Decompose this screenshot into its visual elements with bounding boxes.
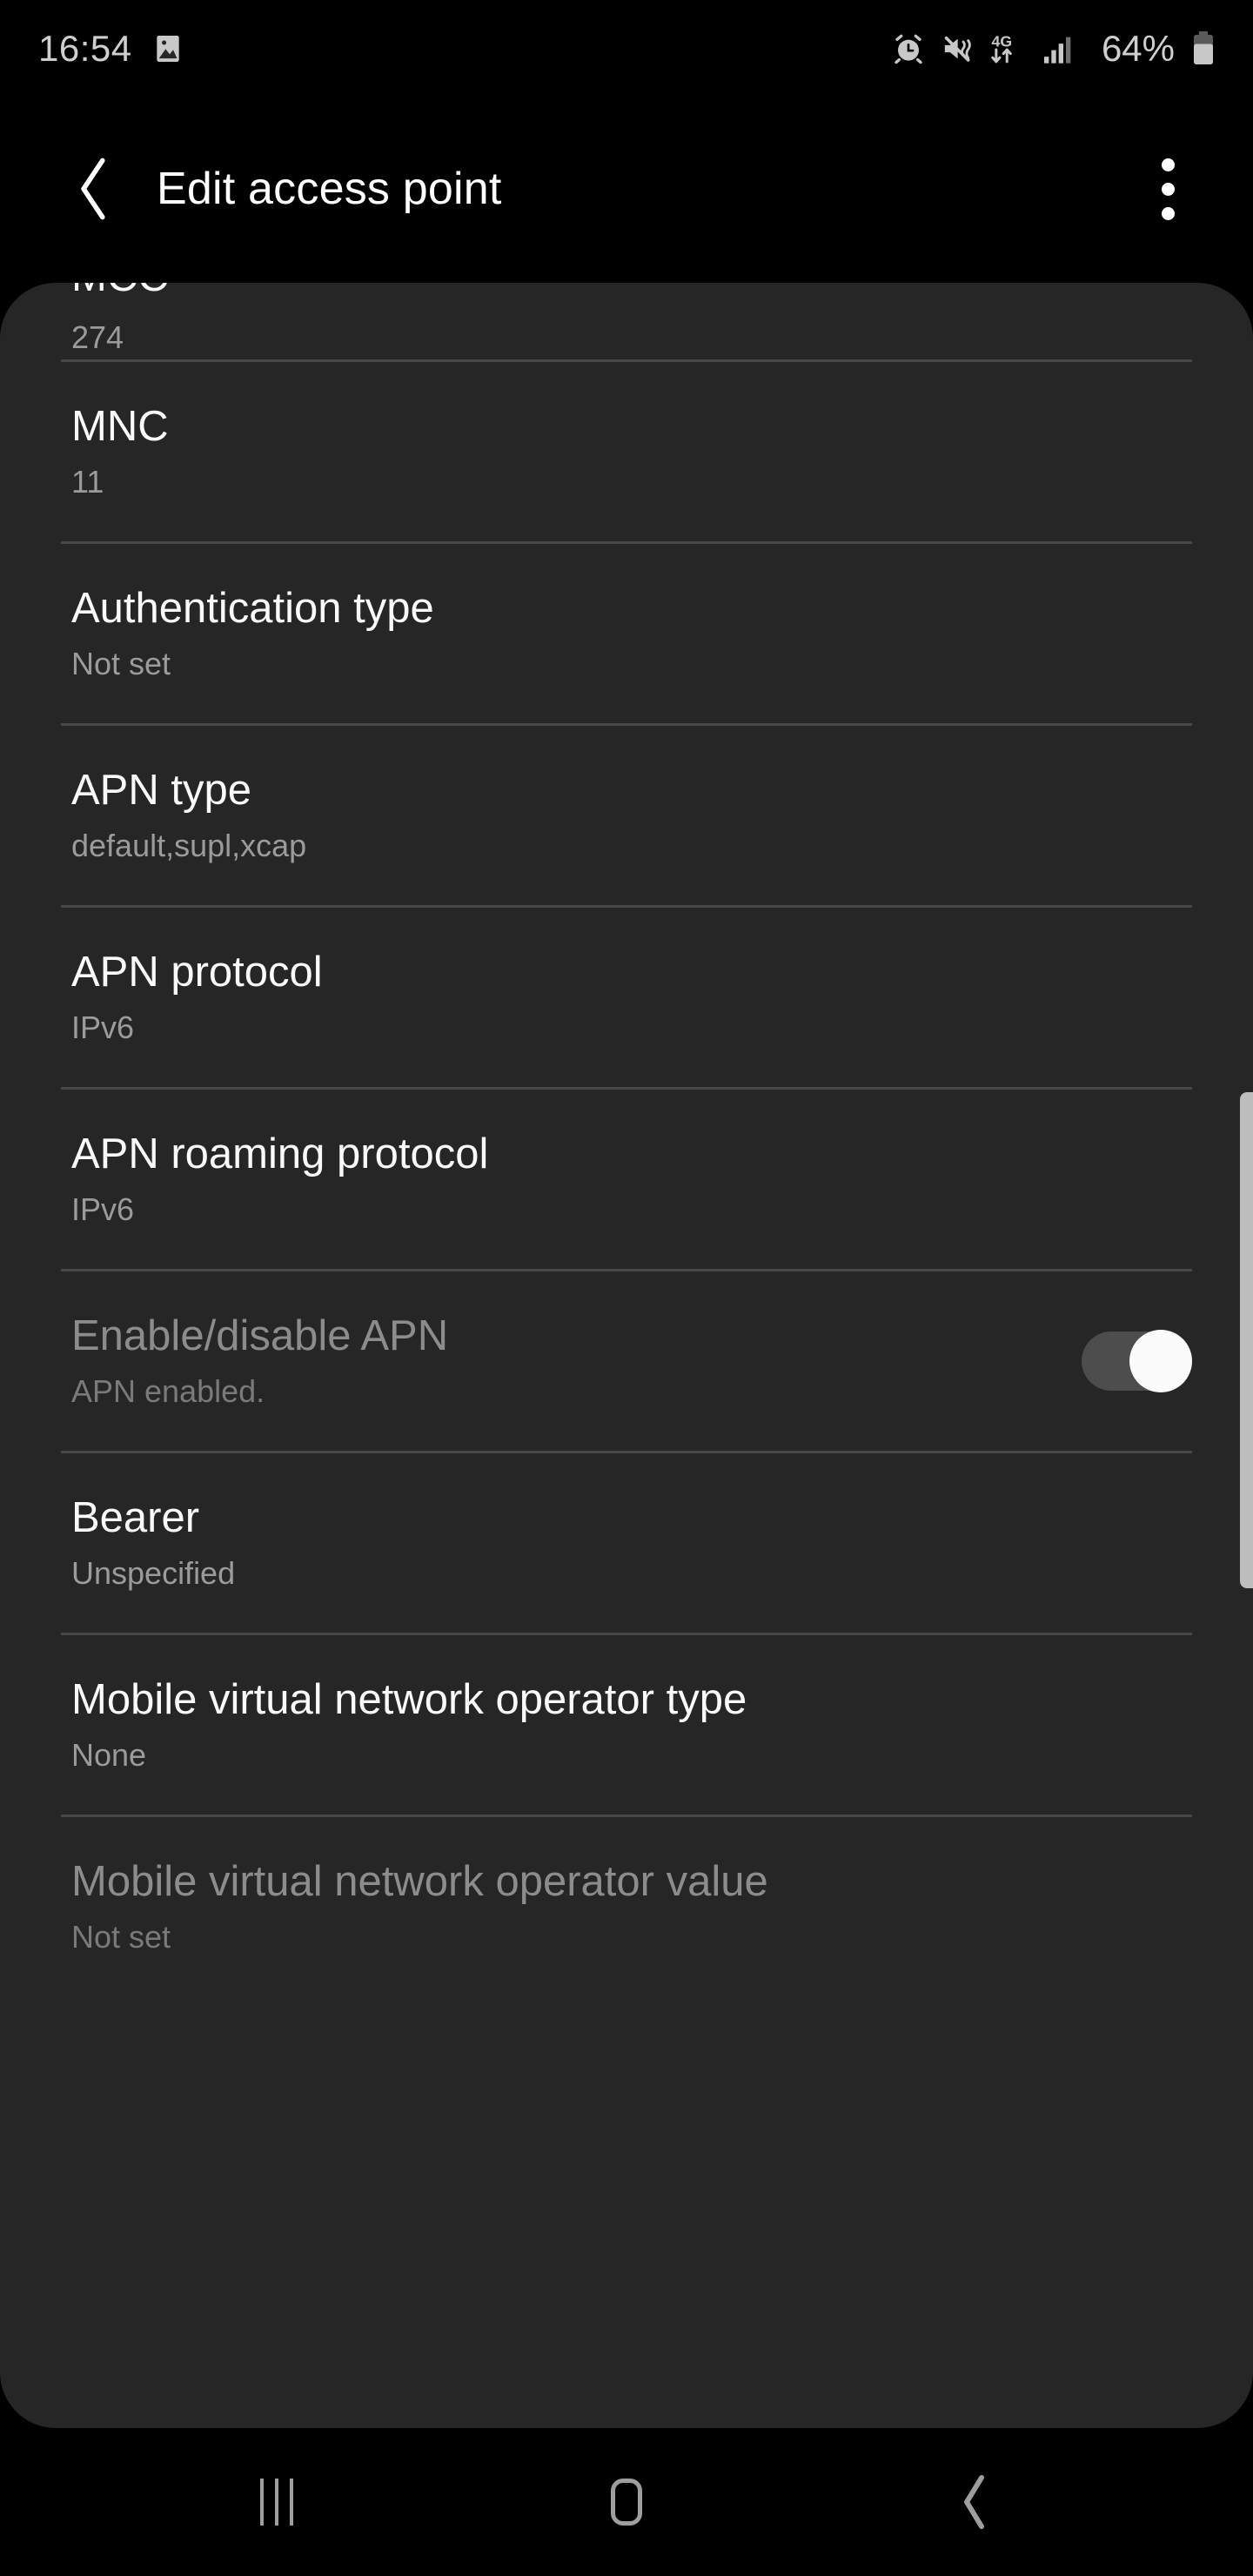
nav-home-button[interactable] [548,2428,705,2576]
preference-row[interactable]: MNC 11 [0,362,1253,541]
status-clock: 16:54 [38,28,132,70]
preference-list: MCC 274 MNC 11 Authentication type Not set APN… [0,283,1253,1996]
preference-subtitle: Not set [71,645,1192,682]
signal-bars-icon [1042,31,1081,66]
preference-title: Enable/disable APN [71,1312,1055,1360]
preference-row[interactable]: APN type default,supl,xcap [0,726,1253,905]
4g-data-icon: 4G [988,30,1029,68]
preference-text: Mobile virtual network operator type None [71,1676,1192,1774]
page-title: Edit access point [157,163,502,215]
preference-row[interactable]: Mobile virtual network operator type None [0,1635,1253,1815]
preference-text: Bearer Unspecified [71,1494,1192,1592]
nav-back-chevron-icon [955,2474,994,2530]
preference-title: APN protocol [71,949,1192,996]
preference-subtitle: None [71,1736,1192,1774]
preference-text: MNC 11 [71,403,1192,500]
preference-text: MCC274 [71,319,1192,356]
preference-title: MNC [71,403,1192,451]
chevron-left-icon [71,154,117,224]
status-bar: 16:54 [0,0,1253,97]
app-bar: Edit access point [0,97,1253,280]
preference-subtitle: default,supl,xcap [71,827,1192,864]
preference-list-card: MCC 274 MNC 11 Authentication type Not set APN… [0,283,1253,2428]
preference-subtitle: APN enabled. [71,1372,1055,1410]
preference-text: Authentication type Not set [71,585,1192,682]
toggle-thumb [1129,1330,1192,1392]
preference-title: Authentication type [71,585,1192,633]
home-icon [611,2479,642,2526]
nav-back-button[interactable] [896,2428,1053,2576]
alarm-icon [891,31,926,66]
system-navigation-bar [0,2428,1253,2576]
phone-screen: 16:54 [0,0,1253,2576]
vertical-scrollbar[interactable] [1240,1092,1253,1588]
preference-subtitle: 11 [71,463,1192,500]
status-bar-right: 4G 64% [891,28,1216,70]
preference-text: Enable/disable APN APN enabled. [71,1312,1055,1410]
enable-apn-toggle[interactable] [1082,1332,1192,1391]
preference-subtitle: Not set [71,1918,1192,1955]
preference-row[interactable]: Authentication type Not set [0,544,1253,723]
preference-subtitle: Unspecified [71,1554,1192,1592]
preference-subtitle: IPv6 [71,1191,1192,1228]
battery-percent-label: 64% [1102,28,1175,70]
preference-row[interactable]: Mobile virtual network operator value Not… [0,1817,1253,1996]
preference-row[interactable]: MCC 274 [0,283,1253,359]
preference-row[interactable]: Enable/disable APN APN enabled. [0,1271,1253,1451]
preference-text: APN protocol IPv6 [71,949,1192,1046]
nav-recents-button[interactable] [198,2428,355,2576]
overflow-dot [1162,207,1175,220]
preference-row[interactable]: APN protocol IPv6 [0,908,1253,1087]
overflow-dot [1162,158,1175,171]
preference-title: Mobile virtual network operator value [71,1858,1192,1906]
overflow-menu-button[interactable] [1126,147,1209,231]
battery-icon [1190,30,1216,68]
preference-subtitle: 274 [71,319,1192,356]
preference-title: Bearer [71,1494,1192,1542]
preference-text: APN roaming protocol IPv6 [71,1130,1192,1228]
preference-row[interactable]: Bearer Unspecified [0,1453,1253,1633]
svg-text:4G: 4G [991,32,1012,50]
overflow-dot [1162,183,1175,196]
preference-row[interactable]: APN roaming protocol IPv6 [0,1090,1253,1269]
preference-text: APN type default,supl,xcap [71,767,1192,864]
back-button[interactable] [42,137,146,241]
screenshot-image-icon [151,32,184,65]
status-bar-left: 16:54 [38,28,184,70]
preference-title: APN type [71,767,1192,815]
recents-icon [260,2479,293,2526]
mute-vibrate-icon [940,31,975,66]
preference-title: MCC [71,283,169,301]
preference-text: Mobile virtual network operator value Not… [71,1858,1192,1955]
preference-title: APN roaming protocol [71,1130,1192,1178]
preference-title: Mobile virtual network operator type [71,1676,1192,1724]
preference-subtitle: IPv6 [71,1009,1192,1046]
